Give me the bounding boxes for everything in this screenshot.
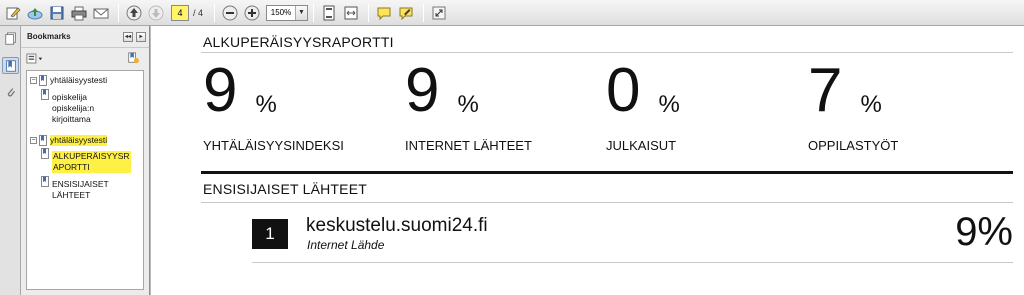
bookmark-label: ALKUPERÄISYYSR APORTTI	[52, 151, 131, 173]
bookmark-icon	[39, 135, 47, 146]
bookmark-item-selected[interactable]: ALKUPERÄISYYSR APORTTI	[41, 148, 131, 173]
page-total: / 4	[193, 7, 204, 18]
report-title: ALKUPERÄISYYSRAPORTTI	[203, 34, 394, 50]
bookmarks-title: Bookmarks	[27, 32, 71, 41]
print-icon[interactable]	[69, 3, 89, 23]
bookmark-options-icon[interactable]	[26, 53, 44, 64]
toolbar-separator	[368, 3, 370, 22]
source-type: Internet Lähde	[307, 238, 385, 252]
navigation-strip	[0, 26, 21, 295]
bookmark-icon	[41, 176, 49, 187]
toolbar-separator	[423, 3, 425, 22]
bookmark-label: opiskelija opiskelija:n kirjoittama	[52, 92, 95, 124]
zoom-value[interactable]: 150%	[267, 6, 295, 20]
stat-caption: JULKAISUT	[606, 138, 677, 153]
divider	[201, 52, 1013, 53]
stat-value: 0	[606, 56, 641, 125]
bookmark-label: yhtäläisyystesti	[50, 135, 108, 146]
next-page-icon[interactable]	[146, 3, 166, 23]
bookmark-label: ENSISIJAISET LÄHTEET	[52, 179, 109, 200]
page-number-input[interactable]: 4	[171, 4, 189, 21]
source-name[interactable]: keskustelu.suomi24.fi	[306, 215, 488, 237]
divider	[201, 202, 1013, 203]
new-bookmark-icon[interactable]	[127, 52, 139, 64]
bookmark-label: yhtäläisyystesti	[50, 75, 108, 85]
bookmark-item[interactable]: ENSISIJAISET LÄHTEET	[41, 176, 109, 201]
email-icon[interactable]	[91, 3, 111, 23]
pages-icon[interactable]	[2, 30, 19, 47]
pdf-viewer: 4 / 4 150% ▼ Bookmarks ◂◂ ▸ − yhtäläisyy…	[0, 0, 1024, 295]
bookmark-item[interactable]: opiskelija opiskelija:n kirjoittama	[41, 89, 94, 125]
edit-icon[interactable]	[3, 3, 23, 23]
stat-value: 9	[405, 56, 440, 125]
save-icon[interactable]	[47, 3, 67, 23]
toolbar-separator	[214, 3, 216, 22]
stat-student-papers: 7% OPPILASTYÖT	[808, 56, 898, 154]
collapse-panel-icon[interactable]: ◂◂	[123, 31, 133, 42]
document-page: ALKUPERÄISYYSRAPORTTI 9% YHTÄLÄISYYSINDE…	[201, 26, 1013, 295]
toolbar-separator	[118, 3, 119, 22]
upload-icon[interactable]	[25, 3, 45, 23]
expand-icon[interactable]	[429, 3, 449, 23]
source-percent: 9%	[955, 210, 1013, 254]
close-panel-icon[interactable]: ▸	[136, 31, 146, 42]
bookmarks-header: Bookmarks ◂◂ ▸	[21, 26, 149, 48]
source-number-badge: 1	[252, 219, 288, 249]
fit-width-icon[interactable]	[341, 3, 361, 23]
attachments-icon[interactable]	[2, 84, 19, 101]
highlight-icon[interactable]	[396, 3, 416, 23]
stat-caption: OPPILASTYÖT	[808, 138, 899, 153]
bookmark-item[interactable]: − yhtäläisyystesti	[30, 75, 107, 86]
collapse-toggle-icon[interactable]: −	[30, 77, 37, 84]
stat-similarity-index: 9% YHTÄLÄISYYSINDEKSI	[203, 56, 344, 154]
toolbar-separator	[313, 3, 315, 22]
stat-unit: %	[860, 91, 882, 118]
stat-unit: %	[255, 91, 277, 118]
toolbar: 4 / 4 150% ▼	[0, 0, 1024, 26]
fit-page-icon[interactable]	[319, 3, 339, 23]
chevron-down-icon[interactable]: ▼	[295, 5, 308, 20]
divider	[252, 262, 1013, 263]
bookmarks-toolbar	[21, 48, 149, 68]
stat-publications: 0% JULKAISUT	[606, 56, 680, 154]
divider	[201, 171, 1013, 174]
stat-unit: %	[457, 91, 479, 118]
bookmarks-tree: − yhtäläisyystesti opiskelija opiskelija…	[26, 70, 144, 290]
bookmarks-icon[interactable]	[2, 57, 19, 74]
zoom-out-icon[interactable]	[220, 3, 240, 23]
zoom-select[interactable]: 150% ▼	[266, 4, 309, 21]
collapse-toggle-icon[interactable]: −	[30, 137, 37, 144]
document-view[interactable]: ALKUPERÄISYYSRAPORTTI 9% YHTÄLÄISYYSINDE…	[150, 26, 1024, 295]
bookmark-icon	[41, 89, 49, 100]
stat-caption: INTERNET LÄHTEET	[405, 138, 532, 153]
stat-caption: YHTÄLÄISYYSINDEKSI	[203, 138, 344, 153]
primary-sources-title: ENSISIJAISET LÄHTEET	[203, 181, 368, 197]
stat-internet-sources: 9% INTERNET LÄHTEET	[405, 56, 532, 154]
stat-value: 9	[203, 56, 238, 125]
prev-page-icon[interactable]	[124, 3, 144, 23]
comment-icon[interactable]	[374, 3, 394, 23]
stat-unit: %	[658, 91, 680, 118]
zoom-in-icon[interactable]	[242, 3, 262, 23]
bookmarks-panel: Bookmarks ◂◂ ▸ − yhtäläisyystesti opiske…	[21, 26, 150, 295]
bookmark-icon	[39, 75, 47, 86]
bookmark-icon	[41, 148, 49, 159]
bookmark-item[interactable]: − yhtäläisyystesti	[30, 135, 108, 146]
stat-value: 7	[808, 56, 843, 125]
